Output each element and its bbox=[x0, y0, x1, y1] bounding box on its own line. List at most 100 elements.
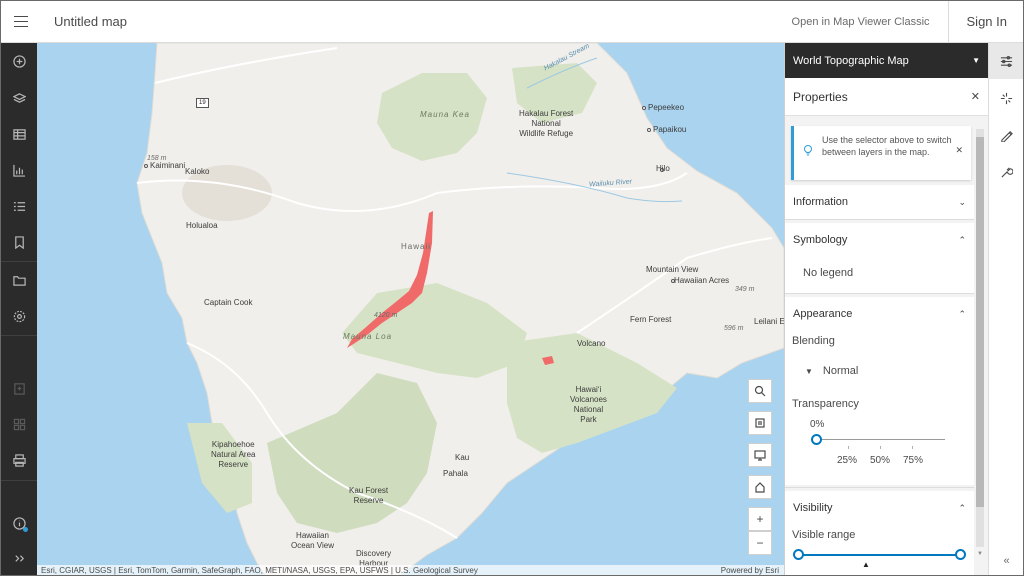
close-icon[interactable]: ✕ bbox=[971, 90, 980, 103]
transparency-thumb[interactable] bbox=[811, 434, 822, 445]
home-icon[interactable] bbox=[748, 475, 772, 499]
layer-selector-notice: Use the selector above to switch between… bbox=[791, 126, 971, 180]
zoom-in-button[interactable]: + bbox=[748, 507, 772, 531]
notification-dot bbox=[23, 527, 28, 532]
collapse-icon[interactable]: « bbox=[989, 555, 1023, 567]
chevron-up-icon: ⌃ bbox=[958, 308, 966, 319]
layer-selector[interactable]: World Topographic Map ▼ bbox=[785, 43, 988, 78]
label-kau: Kau bbox=[455, 453, 470, 462]
display-icon[interactable] bbox=[748, 443, 772, 467]
section-information-label: Information bbox=[793, 196, 849, 208]
label-mountain-view: Mountain View bbox=[646, 265, 699, 274]
folder-icon[interactable] bbox=[1, 262, 37, 298]
panel-scrollbar[interactable] bbox=[976, 129, 984, 547]
label-elev-349: 349 m bbox=[735, 286, 755, 293]
right-toolbar: « bbox=[988, 43, 1023, 575]
label-pepeekeo: Pepeekeo bbox=[648, 103, 685, 112]
map-view[interactable]: Mauna Kea Hakalau Forest National Wildli… bbox=[37, 43, 784, 575]
app-frame: Untitled map Open in Map Viewer Classic … bbox=[0, 0, 1024, 576]
info-icon[interactable] bbox=[1, 505, 37, 541]
label-hilo: Hilo bbox=[656, 164, 670, 173]
section-appearance[interactable]: Appearance ⌃ bbox=[785, 297, 974, 331]
no-legend-text: No legend bbox=[803, 267, 854, 279]
label-captain-cook: Captain Cook bbox=[204, 298, 253, 307]
layers-icon[interactable] bbox=[1, 80, 37, 116]
label-elev-4120: 4120 m bbox=[374, 312, 398, 319]
label-mauna-loa: Mauna Loa bbox=[343, 332, 393, 341]
layer-selector-label: World Topographic Map bbox=[793, 54, 909, 67]
add-icon[interactable] bbox=[1, 43, 37, 79]
label-kau-forest: Kau Forest Reserve bbox=[349, 486, 389, 505]
chevron-up-icon: ⌃ bbox=[958, 502, 966, 513]
label-hawaii: Hawaii bbox=[401, 242, 432, 251]
label-hawaiian-ocean-view: Hawaiian Ocean View bbox=[291, 531, 334, 550]
section-visibility[interactable]: Visibility ⌃ bbox=[785, 491, 974, 525]
lightbulb-icon bbox=[804, 145, 812, 156]
bookmark-icon[interactable] bbox=[1, 224, 37, 260]
section-information[interactable]: Information ⌄ bbox=[785, 185, 974, 219]
tick-25: 25% bbox=[837, 455, 858, 466]
label-hvnp: Hawaiʻi Volcanoes National Park bbox=[570, 385, 607, 424]
label-kaiminani: Kaiminani bbox=[150, 161, 186, 170]
label-holualoa: Holualoa bbox=[186, 221, 218, 230]
label-pahala: Pahala bbox=[443, 469, 468, 478]
blending-select[interactable]: ▼ Normal bbox=[805, 365, 858, 377]
styles-icon[interactable] bbox=[989, 117, 1023, 153]
label-hakalau: Hakalau Forest National Wildlife Refuge bbox=[519, 109, 574, 138]
effects-icon[interactable] bbox=[989, 80, 1023, 116]
visible-range-label: Visible range bbox=[792, 529, 856, 541]
print-map-icon[interactable] bbox=[748, 411, 772, 435]
properties-header: Properties ✕ bbox=[785, 78, 988, 116]
chevron-down-icon: ▼ bbox=[972, 56, 980, 65]
tick-50: 50% bbox=[870, 455, 891, 466]
tick-75: 75% bbox=[903, 455, 924, 466]
transparency-label: Transparency bbox=[792, 398, 859, 410]
map-title[interactable]: Untitled map bbox=[54, 14, 127, 29]
print-icon[interactable] bbox=[1, 442, 37, 478]
grid-icon bbox=[1, 406, 37, 442]
properties-panel: World Topographic Map ▼ Properties ✕ Use… bbox=[784, 43, 988, 575]
close-notice-icon[interactable]: ✕ bbox=[955, 145, 963, 156]
table-icon[interactable] bbox=[1, 116, 37, 152]
open-classic-link[interactable]: Open in Map Viewer Classic bbox=[774, 16, 948, 28]
scroll-down-icon[interactable]: ▼ bbox=[976, 551, 984, 557]
zoom-out-button[interactable]: − bbox=[748, 531, 772, 555]
visible-range-track[interactable] bbox=[799, 554, 961, 556]
map-basemap bbox=[136, 43, 784, 575]
caret-down-icon: ▼ bbox=[805, 367, 813, 376]
sign-in-button[interactable]: Sign In bbox=[947, 1, 1023, 43]
properties-title: Properties bbox=[793, 89, 848, 104]
chart-icon[interactable] bbox=[1, 152, 37, 188]
label-elev-596: 596 m bbox=[724, 325, 744, 332]
properties-icon[interactable] bbox=[989, 43, 1023, 79]
legend-icon[interactable] bbox=[1, 188, 37, 224]
label-kaloko: Kaloko bbox=[185, 167, 210, 176]
search-icon[interactable] bbox=[748, 379, 772, 403]
settings-icon[interactable] bbox=[1, 298, 37, 334]
chevron-up-icon: ⌃ bbox=[958, 234, 966, 245]
label-mauna-kea: Mauna Kea bbox=[420, 110, 470, 119]
section-symbology[interactable]: Symbology ⌃ bbox=[785, 223, 974, 257]
app-header: Untitled map Open in Map Viewer Classic … bbox=[1, 1, 1023, 43]
section-symbology-label: Symbology bbox=[793, 234, 848, 246]
header-actions: Open in Map Viewer Classic Sign In bbox=[774, 1, 1023, 43]
share-icon bbox=[1, 370, 37, 406]
visible-range-min-thumb[interactable] bbox=[793, 549, 804, 560]
label-hawaiian-acres: Hawaiian Acres bbox=[674, 276, 730, 285]
label-volcano: Volcano bbox=[577, 339, 606, 348]
configure-icon[interactable] bbox=[989, 154, 1023, 190]
attribution-text: Esri, CGIAR, USGS | Esri, TomTom, Garmin… bbox=[41, 566, 478, 575]
blending-value: Normal bbox=[822, 365, 859, 377]
label-papaikou: Papaikou bbox=[653, 125, 687, 134]
label-fern-forest: Fern Forest bbox=[630, 315, 672, 324]
expand-icon[interactable] bbox=[1, 540, 37, 575]
visible-range-max-thumb[interactable] bbox=[955, 549, 966, 560]
powered-by-esri[interactable]: Powered by Esri bbox=[721, 565, 784, 575]
blending-label: Blending bbox=[792, 335, 835, 347]
left-toolbar bbox=[1, 43, 37, 575]
transparency-track[interactable] bbox=[817, 439, 945, 440]
label-kipahoehoe: Kipahoehoe Natural Area Reserve bbox=[211, 440, 256, 469]
section-appearance-label: Appearance bbox=[793, 308, 853, 320]
menu-icon[interactable] bbox=[1, 1, 41, 43]
transparency-value: 0% bbox=[810, 419, 825, 430]
